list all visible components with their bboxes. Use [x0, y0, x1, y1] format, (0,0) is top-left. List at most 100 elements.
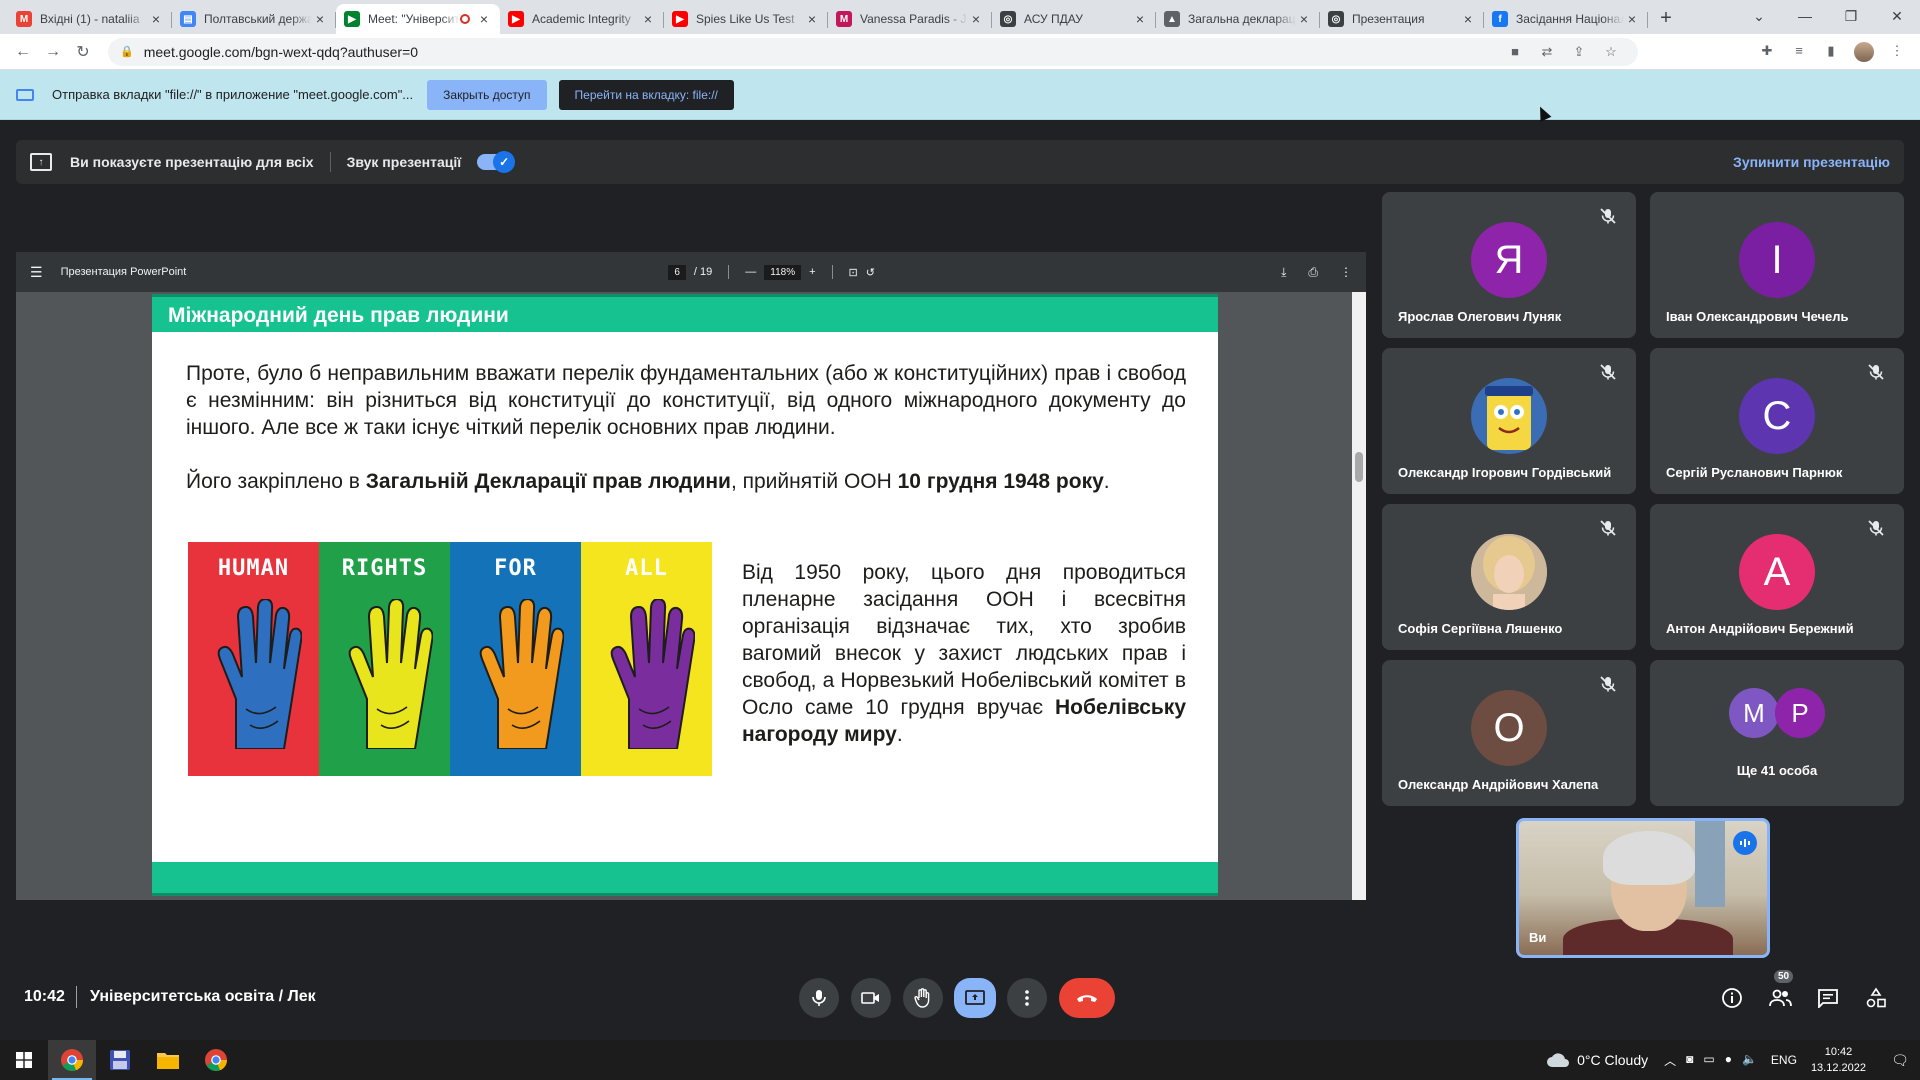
translate-icon[interactable]: ⇄	[1538, 43, 1556, 61]
browser-tab[interactable]: ▲ Загальна декларація ×	[1156, 4, 1320, 34]
more-participants-tile[interactable]: М Р Ще 41 особа	[1650, 660, 1904, 806]
speaking-indicator-icon	[1733, 831, 1757, 855]
participant-tile[interactable]: С Сергій Русланович Парнюк	[1650, 348, 1904, 494]
present-now-button[interactable]	[954, 978, 996, 1018]
browser-tab[interactable]: ▤ Полтавський державний×	[172, 4, 336, 34]
muted-mic-icon	[1868, 520, 1884, 536]
scrollbar-thumb[interactable]	[1355, 452, 1363, 482]
close-tab-icon[interactable]: ×	[804, 11, 820, 27]
webcam-icon[interactable]: ◙	[1686, 1052, 1693, 1069]
browser-tab[interactable]: ▶ Spies Like Us Test ×	[664, 4, 828, 34]
back-icon[interactable]: ←	[8, 43, 38, 61]
browser-tab[interactable]: ◎ Презентация ×	[1320, 4, 1484, 34]
address-bar[interactable]: 🔒 meet.google.com/bgn-wext-qdq?authuser=…	[108, 37, 1638, 66]
mic-tray-icon[interactable]: ●	[1725, 1052, 1732, 1069]
close-tab-icon[interactable]: ×	[476, 11, 492, 27]
participant-tile[interactable]: Олександр Ігорович Гордівський	[1382, 348, 1636, 494]
microphone-button[interactable]	[799, 978, 839, 1018]
print-icon[interactable]: ⎙	[1308, 265, 1318, 280]
close-window-icon[interactable]: ✕	[1874, 0, 1920, 32]
browser-tab[interactable]: ◎ АСУ ПДАУ ×	[992, 4, 1156, 34]
browser-tab[interactable]: M Вхідні (1) - nataliia ×	[8, 4, 172, 34]
menu-kebab-icon[interactable]: ⋮	[1888, 42, 1906, 60]
taskbar-chrome[interactable]	[48, 1040, 96, 1080]
new-tab-button[interactable]: +	[1652, 4, 1680, 32]
present-screen-icon	[965, 990, 985, 1005]
chat-button[interactable]	[1814, 984, 1842, 1012]
text-run: .	[1103, 470, 1110, 493]
close-tab-icon[interactable]: ×	[1296, 11, 1312, 27]
tab-search-icon[interactable]: ⌄	[1736, 0, 1782, 32]
taskbar-app-save[interactable]	[96, 1040, 144, 1080]
slide-header-bar: Міжнародний день прав людини	[152, 294, 1218, 332]
close-tab-icon[interactable]: ×	[640, 11, 656, 27]
zoom-in-icon[interactable]: +	[809, 266, 815, 278]
close-tab-icon[interactable]: ×	[312, 11, 328, 27]
meeting-details-button[interactable]	[1718, 984, 1746, 1012]
browser-tab[interactable]: ▶ Meet: "Університетська освіта" ×	[336, 4, 500, 34]
taskbar-chrome-2[interactable]	[192, 1040, 240, 1080]
close-tab-icon[interactable]: ×	[148, 11, 164, 27]
participant-name: Софія Сергіївна Ляшенко	[1398, 621, 1563, 636]
activities-button[interactable]	[1862, 984, 1890, 1012]
share-icon[interactable]: ⇪	[1570, 43, 1588, 61]
presentation-audio-toggle[interactable]: ✓	[477, 151, 516, 173]
network-icon[interactable]: ▭	[1703, 1052, 1714, 1069]
text-run: .	[896, 723, 903, 746]
close-tab-icon[interactable]: ×	[1132, 11, 1148, 27]
more-options-button[interactable]	[1007, 978, 1047, 1018]
profile-avatar[interactable]	[1854, 41, 1874, 62]
browser-tab[interactable]: M Vanessa Paradis - J ×	[828, 4, 992, 34]
rotate-icon[interactable]: ↺	[866, 266, 875, 279]
camera-icon[interactable]: ■	[1506, 43, 1524, 61]
restore-icon[interactable]: ❐	[1828, 0, 1874, 32]
notifications-icon[interactable]: 🗨	[1880, 1052, 1920, 1069]
omnibox-icons: ■ ⇄ ⇪ ☆	[1506, 43, 1626, 61]
minimize-icon[interactable]: —	[1782, 0, 1828, 32]
pdf-more-icon[interactable]: ⋮	[1340, 265, 1352, 280]
camera-button[interactable]	[851, 978, 891, 1018]
weather-widget[interactable]: 0°C Cloudy	[1545, 1052, 1648, 1068]
zoom-out-icon[interactable]: —	[745, 266, 756, 278]
participant-tile[interactable]: А Антон Андрійович Бережний	[1650, 504, 1904, 650]
volume-icon[interactable]: 🔈	[1742, 1052, 1757, 1069]
bookmark-star-icon[interactable]: ☆	[1602, 43, 1620, 61]
raise-hand-button[interactable]	[903, 978, 943, 1018]
tab-favicon-icon: M	[836, 11, 852, 27]
taskbar-file-explorer[interactable]	[144, 1040, 192, 1080]
close-tab-icon[interactable]: ×	[1460, 11, 1476, 27]
browser-tab[interactable]: f Засідання Національної×	[1484, 4, 1648, 34]
pdf-zoom-input[interactable]: 118%	[764, 264, 802, 280]
close-tab-icon[interactable]: ×	[968, 11, 984, 27]
participant-tile[interactable]: Софія Сергіївна Ляшенко	[1382, 504, 1636, 650]
self-video-tile[interactable]: Ви	[1516, 818, 1770, 958]
close-access-button[interactable]: Закрыть доступ	[427, 79, 547, 110]
participant-tile[interactable]: І Іван Олександрович Чечель	[1650, 192, 1904, 338]
slide-paragraph-2: Його закріплено в Загальній Декларації п…	[186, 468, 1196, 495]
pdf-scrollbar[interactable]	[1352, 292, 1366, 900]
reload-icon[interactable]: ↻	[68, 42, 98, 62]
pdf-menu-icon[interactable]: ☰	[30, 264, 43, 281]
close-tab-icon[interactable]: ×	[1624, 11, 1640, 27]
participant-tile[interactable]: Я Ярослав Олегович Луняк	[1382, 192, 1636, 338]
media-control-icon[interactable]: ≡	[1790, 42, 1808, 60]
clock[interactable]: 10:42 13.12.2022	[1811, 1044, 1866, 1076]
participant-name: Сергій Русланович Парнюк	[1666, 465, 1843, 480]
leave-call-button[interactable]	[1059, 978, 1115, 1018]
participant-tile[interactable]: О Олександр Андрійович Халепа	[1382, 660, 1636, 806]
fit-page-icon[interactable]: ⊡	[849, 266, 858, 279]
chevron-up-icon[interactable]: ︿	[1664, 1052, 1676, 1069]
extensions-icon[interactable]: ✚	[1758, 42, 1776, 60]
download-icon[interactable]: ⤓	[1281, 265, 1286, 280]
pdf-page-input[interactable]: 6	[668, 264, 686, 280]
go-to-tab-button[interactable]: Перейти на вкладку: file://	[558, 79, 734, 110]
people-button[interactable]	[1766, 984, 1794, 1012]
lock-icon[interactable]: 🔒	[120, 45, 134, 58]
start-button[interactable]	[0, 1040, 48, 1080]
stop-presentation-button[interactable]: Зупинити презентацію	[1733, 154, 1890, 170]
forward-icon[interactable]: →	[38, 43, 68, 61]
browser-tab[interactable]: ▶ Academic Integrity ×	[500, 4, 664, 34]
weather-text: 0°C Cloudy	[1577, 1052, 1649, 1068]
side-panel-icon[interactable]: ▮	[1822, 42, 1840, 60]
language-indicator[interactable]: ENG	[1771, 1053, 1797, 1067]
